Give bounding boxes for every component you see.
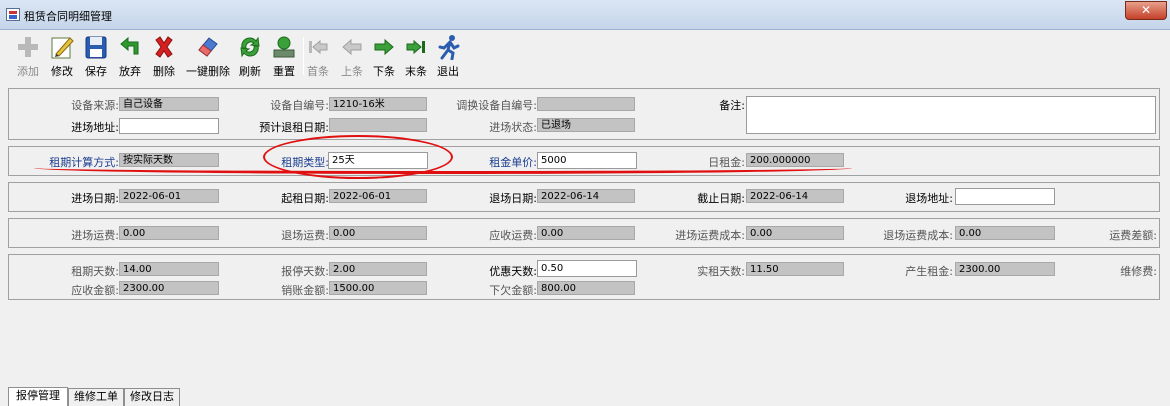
unit-price-field[interactable]: 5000 xyxy=(537,152,637,169)
undo-arrow-icon xyxy=(120,36,139,55)
receivable-freight-label: 应收运费: xyxy=(489,229,537,242)
entry-status-field[interactable]: 已退场 xyxy=(537,118,635,132)
rent-generated-label: 产生租金: xyxy=(905,265,953,278)
last-record-icon xyxy=(406,39,425,55)
exit-freight-label: 退场运费: xyxy=(281,229,329,242)
discount-days-label: 优惠天数: xyxy=(489,265,537,278)
address-field[interactable] xyxy=(119,118,219,134)
tab-repair-orders[interactable]: 维修工单 xyxy=(68,388,124,406)
exit-date-field[interactable]: 2022-06-14 xyxy=(537,189,635,203)
remark-field[interactable] xyxy=(746,96,1156,134)
receivable-label: 应收金额: xyxy=(71,284,119,297)
entry-freight-label: 进场运费: xyxy=(71,229,119,242)
device-no-field[interactable]: 1210-16米 xyxy=(329,97,427,111)
refresh-arrows-icon xyxy=(240,36,260,58)
owed-field[interactable]: 800.00 xyxy=(537,281,635,295)
dates-panel: 进场日期: 2022-06-01 起租日期: 2022-06-01 退场日期: … xyxy=(8,182,1160,212)
exit-freight-cost-field[interactable]: 0.00 xyxy=(955,226,1055,240)
planned-return-label: 预计退租日期: xyxy=(259,121,329,134)
written-off-field[interactable]: 1500.00 xyxy=(329,281,427,295)
entry-freight-cost-field[interactable]: 0.00 xyxy=(746,226,844,240)
entry-freight-field[interactable]: 0.00 xyxy=(119,226,219,240)
title-bar: 租赁合同明细管理 ✕ xyxy=(0,0,1170,30)
exit-button[interactable]: 退出 xyxy=(432,32,464,80)
rent-days-label: 租期天数: xyxy=(71,265,119,278)
entry-status-label: 进场状态: xyxy=(489,121,537,134)
swap-device-no-label: 调换设备自编号: xyxy=(456,99,537,112)
swap-device-no-field[interactable] xyxy=(537,97,635,111)
edit-pencil-icon xyxy=(51,37,74,59)
tab-change-log[interactable]: 修改日志 xyxy=(124,388,180,406)
calc-method-field[interactable]: 按实际天数 xyxy=(119,153,219,167)
actual-days-label: 实租天数: xyxy=(697,265,745,278)
exit-freight-cost-label: 退场运费成本: xyxy=(883,229,953,242)
delete-all-button[interactable]: 一键删除 xyxy=(186,32,230,80)
freight-diff-label: 运费差额: xyxy=(1109,229,1157,242)
source-label: 设备来源: xyxy=(71,99,119,112)
stop-days-field[interactable]: 2.00 xyxy=(329,262,427,276)
exit-freight-field[interactable]: 0.00 xyxy=(329,226,427,240)
remark-label: 备注: xyxy=(719,99,745,112)
running-man-icon xyxy=(438,35,460,60)
planned-return-field[interactable] xyxy=(329,118,427,132)
receivable-freight-field[interactable]: 0.00 xyxy=(537,226,635,240)
end-date-field[interactable]: 2022-06-14 xyxy=(746,189,844,203)
app-icon xyxy=(6,8,20,21)
daily-rent-field[interactable]: 200.000000 xyxy=(746,153,844,167)
delete-button[interactable]: 删除 xyxy=(148,32,180,80)
prev-arrow-icon xyxy=(342,38,362,56)
tab-stop-management[interactable]: 报停管理 xyxy=(8,387,68,406)
plus-icon xyxy=(18,37,38,57)
end-date-label: 截止日期: xyxy=(697,192,745,205)
freight-panel: 进场运费: 0.00 退场运费: 0.00 应收运费: 0.00 进场运费成本:… xyxy=(8,218,1160,248)
rent-days-field[interactable]: 14.00 xyxy=(119,262,219,276)
receivable-field[interactable]: 2300.00 xyxy=(119,281,219,295)
stop-days-label: 报停天数: xyxy=(281,265,329,278)
exit-address-field[interactable] xyxy=(955,188,1055,205)
entry-date-field[interactable]: 2022-06-01 xyxy=(119,189,219,203)
exit-address-label: 退场地址: xyxy=(905,192,953,205)
close-button[interactable]: ✕ xyxy=(1125,1,1167,20)
address-label: 进场地址: xyxy=(71,121,119,134)
device-no-label: 设备自编号: xyxy=(270,99,329,112)
floppy-disk-icon xyxy=(85,36,107,59)
eraser-icon xyxy=(198,37,218,57)
start-date-field[interactable]: 2022-06-01 xyxy=(329,189,427,203)
owed-label: 下欠金额: xyxy=(489,284,537,297)
window-title: 租赁合同明细管理 xyxy=(24,10,112,23)
red-x-icon xyxy=(155,36,173,58)
toolbar: 添加 修改 保存 放弃 删除 一键删除 刷新 重置 首条 上条 下条 末条 退出 xyxy=(12,32,1162,80)
reset-tray-icon xyxy=(273,36,295,58)
source-field[interactable]: 自己设备 xyxy=(119,97,219,111)
amounts-panel: 租期天数: 14.00 报停天数: 2.00 优惠天数: 0.50 实租天数: … xyxy=(8,254,1160,300)
entry-date-label: 进场日期: xyxy=(71,192,119,205)
actual-days-field[interactable]: 11.50 xyxy=(746,262,844,276)
device-info-panel: 设备来源: 自己设备 设备自编号: 1210-16米 调换设备自编号: 备注: … xyxy=(8,88,1160,140)
rent-generated-field[interactable]: 2300.00 xyxy=(955,262,1055,276)
entry-freight-cost-label: 进场运费成本: xyxy=(675,229,745,242)
exit-label: 退出 xyxy=(437,65,459,78)
start-date-label: 起租日期: xyxy=(281,192,329,205)
exit-date-label: 退场日期: xyxy=(489,192,537,205)
discount-days-field[interactable]: 0.50 xyxy=(537,260,637,277)
repair-fee-label: 维修费: xyxy=(1120,265,1157,278)
next-arrow-icon xyxy=(374,38,394,56)
first-record-icon xyxy=(309,39,328,55)
written-off-label: 销账金额: xyxy=(281,284,329,297)
